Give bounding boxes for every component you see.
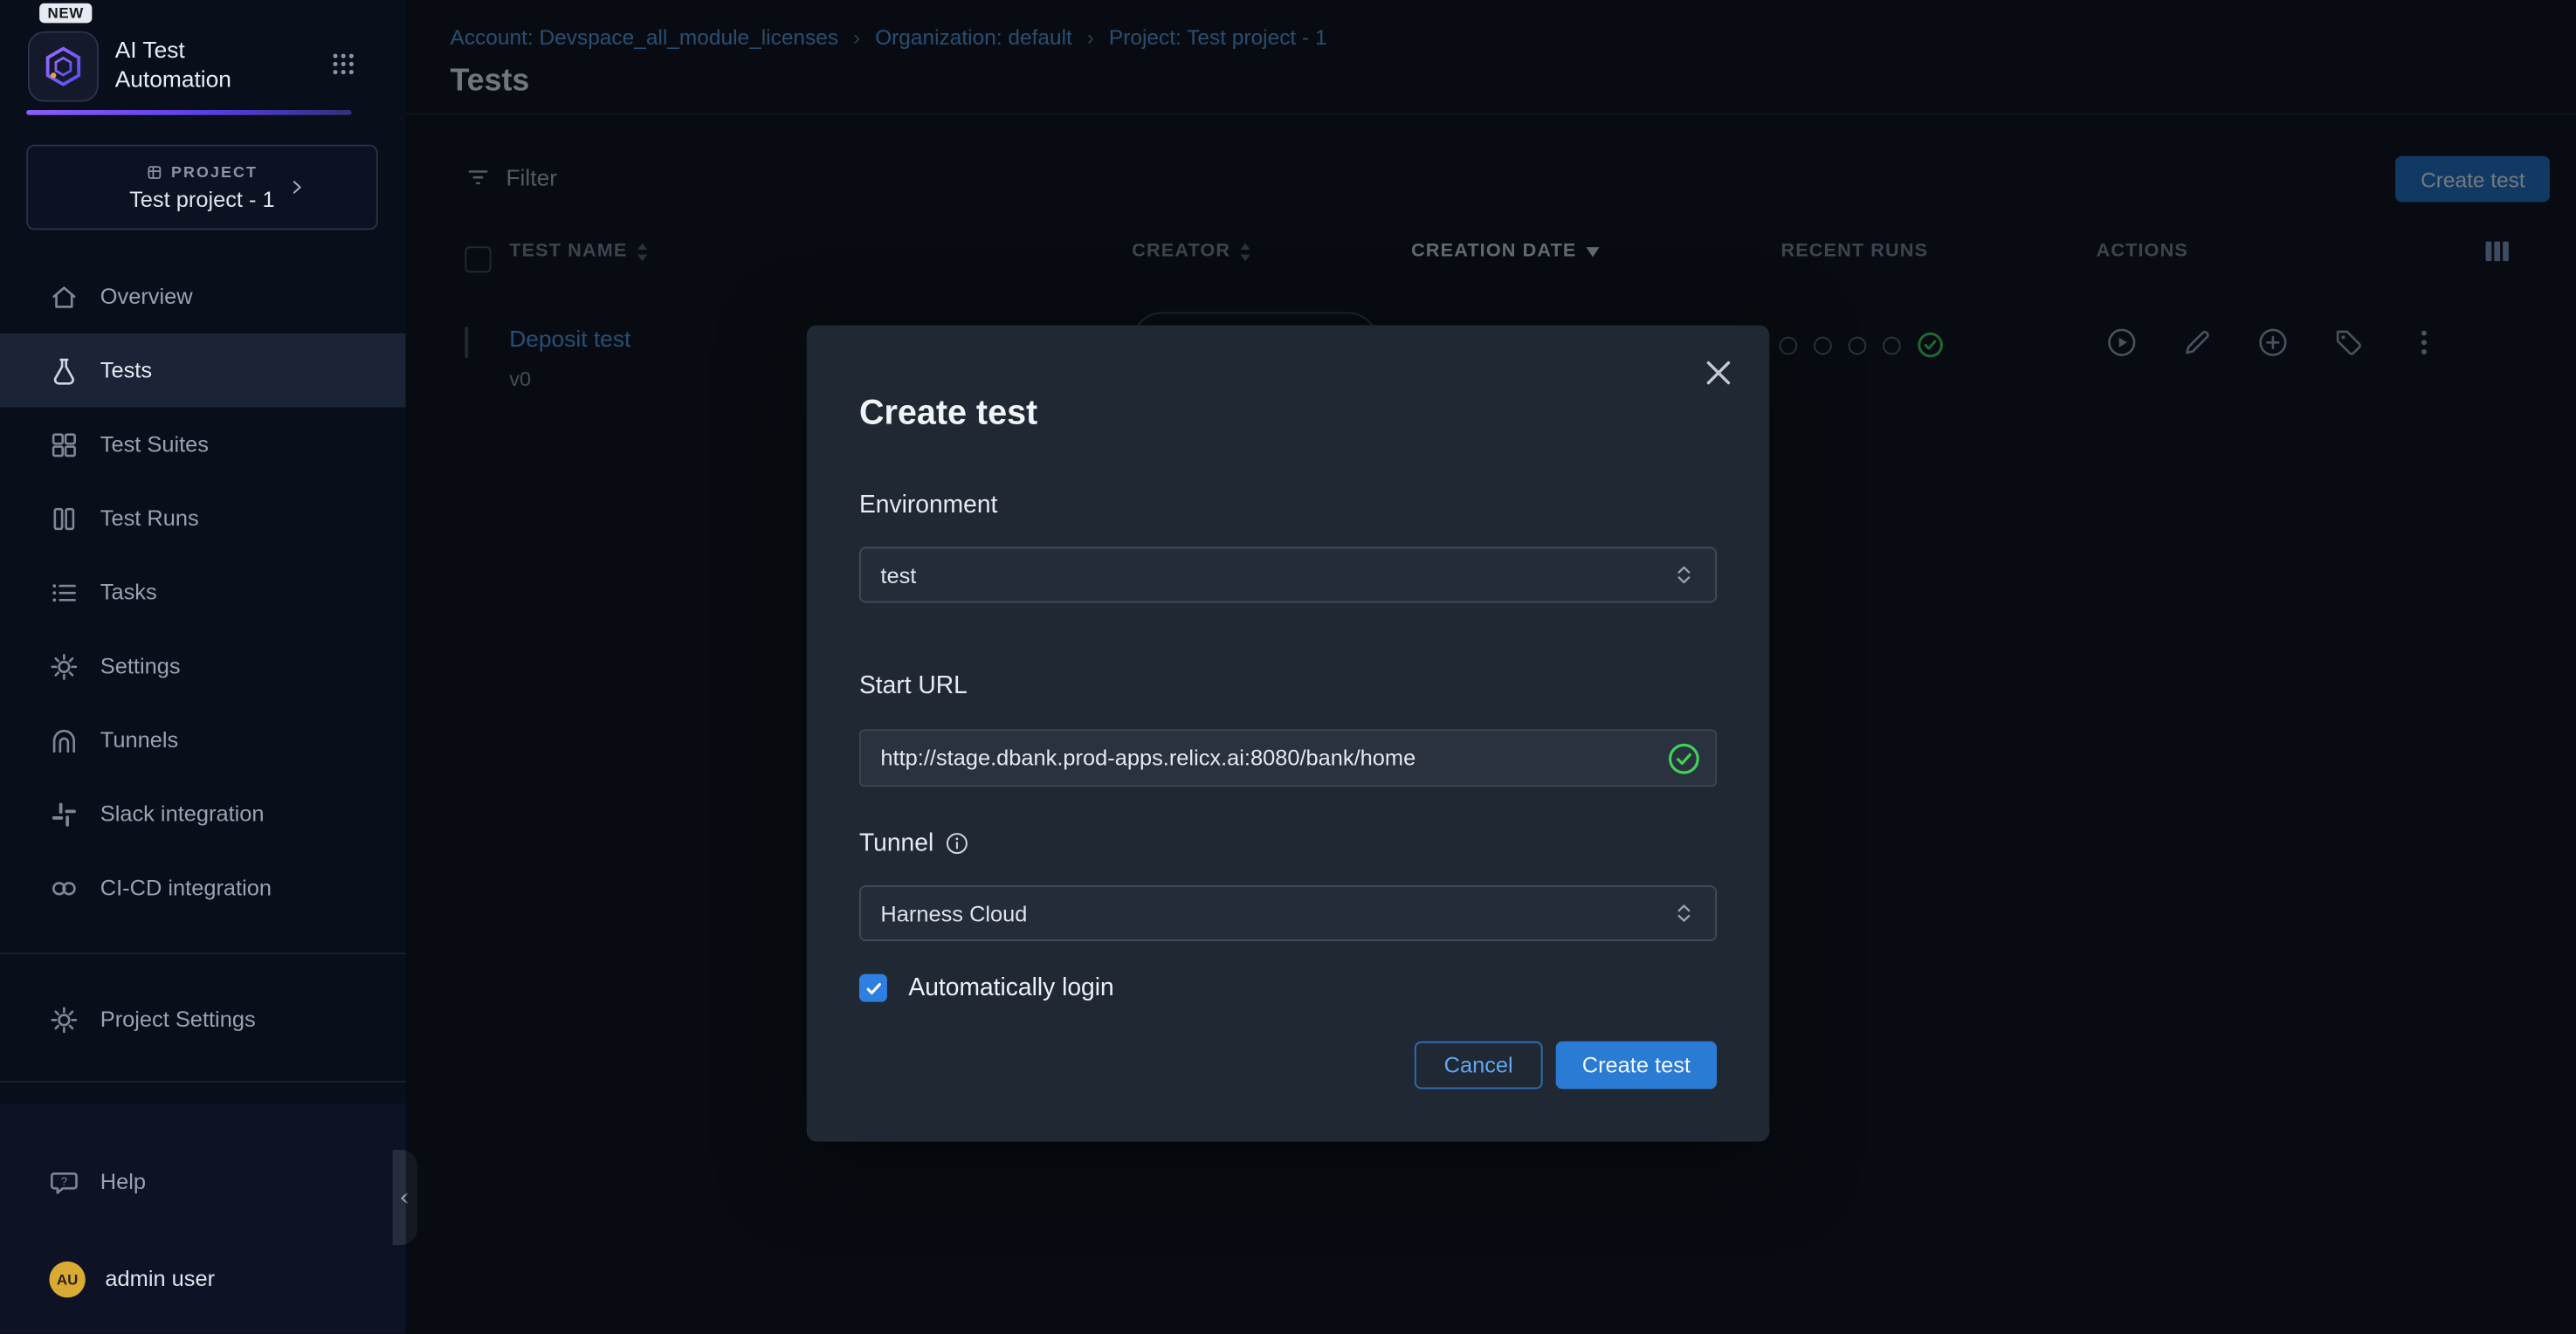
sidebar-item-label: Overview: [100, 284, 193, 308]
project-label: PROJECT: [171, 163, 258, 182]
tunnel-value: Harness Cloud: [880, 901, 1027, 925]
gear-icon: [49, 1004, 79, 1034]
help-icon: ?: [49, 1167, 79, 1197]
auto-login-checkbox[interactable]: [859, 974, 887, 1002]
apps-grid-icon[interactable]: [330, 51, 356, 77]
columns-icon: [49, 504, 79, 533]
sidebar-divider: [0, 952, 406, 954]
sidebar-item-test-suites[interactable]: Test Suites: [0, 408, 406, 482]
modal-buttons: Cancel Create test: [1415, 1042, 1717, 1090]
tunnel-icon: [49, 725, 79, 755]
create-test-modal: Create test Environment test Start URL T…: [807, 326, 1770, 1142]
chevron-right-icon: [286, 176, 307, 197]
new-badge: NEW: [39, 3, 92, 24]
sidebar-item-cicd-integration[interactable]: CI-CD integration: [0, 851, 406, 925]
chevron-up-down-icon: [1672, 563, 1695, 586]
sidebar: NEW AI Test Automation: [0, 0, 406, 1334]
sidebar-item-tests[interactable]: Tests: [0, 334, 406, 408]
start-url-input[interactable]: [861, 746, 1668, 770]
start-url-label: Start URL: [859, 671, 968, 699]
app-title-line2: Automation: [115, 64, 231, 93]
sidebar-item-label: Help: [100, 1170, 146, 1194]
app-title-line1: AI Test: [115, 35, 231, 65]
flask-icon: [49, 355, 79, 385]
sidebar-item-label: Project Settings: [100, 1007, 256, 1031]
chevron-up-down-icon: [1672, 902, 1695, 925]
sidebar-item-label: Settings: [100, 654, 181, 678]
sidebar-nav: Overview Tests Test Suites Test Runs Tas…: [0, 259, 406, 925]
sidebar-item-label: Tunnels: [100, 727, 178, 752]
sidebar-divider: [0, 1081, 406, 1083]
sidebar-item-label: Tasks: [100, 580, 157, 604]
gear-icon: [49, 651, 79, 681]
sidebar-item-test-runs[interactable]: Test Runs: [0, 481, 406, 555]
sidebar-item-project-settings[interactable]: Project Settings: [0, 982, 406, 1056]
auto-login-label: Automatically login: [908, 974, 1113, 1002]
modal-title: Create test: [859, 395, 1037, 434]
auto-login-row: Automatically login: [859, 974, 1114, 1002]
app-title: AI Test Automation: [115, 35, 231, 94]
modal-create-test-button[interactable]: Create test: [1556, 1042, 1717, 1090]
start-url-field: [859, 729, 1717, 787]
hexagon-logo-icon: [41, 45, 86, 89]
list-icon: [49, 577, 79, 607]
sidebar-item-tunnels[interactable]: Tunnels: [0, 703, 406, 777]
environment-value: test: [880, 562, 916, 587]
avatar: AU: [49, 1261, 85, 1296]
project-selector-header: PROJECT: [147, 163, 258, 182]
url-valid-check-icon: [1668, 741, 1701, 774]
sidebar-item-label: Tests: [100, 358, 152, 382]
sidebar-item-settings[interactable]: Settings: [0, 629, 406, 704]
project-name: Test project - 1: [129, 187, 275, 211]
environment-label: Environment: [859, 492, 997, 519]
sidebar-item-overview[interactable]: Overview: [0, 259, 406, 334]
close-icon[interactable]: [1700, 354, 1736, 390]
tunnel-label-text: Tunnel: [859, 829, 933, 857]
svg-text:?: ?: [61, 1174, 67, 1187]
sidebar-item-tasks[interactable]: Tasks: [0, 555, 406, 629]
brand-underline: [26, 110, 352, 114]
link-icon: [49, 873, 79, 903]
tunnel-select[interactable]: Harness Cloud: [859, 885, 1717, 941]
sidebar-item-label: Slack integration: [100, 801, 265, 826]
sidebar-item-label: Test Runs: [100, 505, 199, 530]
user-name: admin user: [105, 1267, 215, 1291]
project-icon: [147, 164, 163, 181]
grid-icon: [49, 430, 79, 459]
sidebar-bottom: ? Help AU admin user: [0, 1104, 406, 1333]
sidebar-item-label: CI-CD integration: [100, 876, 272, 900]
environment-select[interactable]: test: [859, 547, 1717, 603]
sidebar-item-help[interactable]: ? Help: [0, 1145, 406, 1219]
tunnel-label: Tunnel: [859, 829, 970, 857]
sidebar-item-label: Test Suites: [100, 432, 209, 457]
cancel-button[interactable]: Cancel: [1415, 1042, 1543, 1090]
info-icon[interactable]: [945, 831, 969, 856]
sidebar-item-slack-integration[interactable]: Slack integration: [0, 777, 406, 851]
slack-icon: [49, 799, 79, 829]
app-root: NEW AI Test Automation: [0, 0, 2576, 1334]
app-logo: [28, 31, 99, 102]
user-menu[interactable]: AU admin user: [0, 1241, 406, 1316]
project-selector[interactable]: PROJECT Test project - 1: [26, 145, 378, 230]
home-icon: [49, 282, 79, 312]
